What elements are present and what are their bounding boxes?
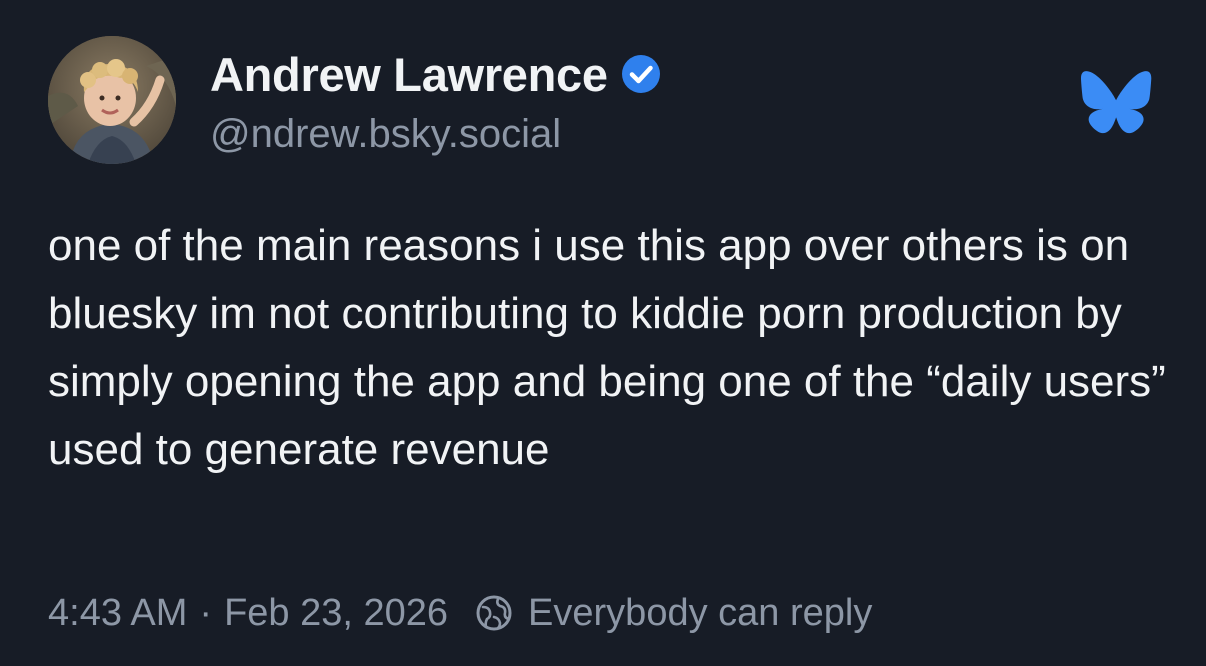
name-row: Andrew Lawrence bbox=[210, 46, 662, 102]
verified-checkmark-icon bbox=[620, 53, 662, 95]
globe-reply-icon bbox=[474, 593, 514, 633]
meta-separator: · bbox=[199, 591, 213, 634]
post-time: 4:43 AM bbox=[48, 591, 188, 634]
post-meta: 4:43 AM · Feb 23, 2026 Everybody can rep… bbox=[48, 585, 872, 641]
reply-setting[interactable]: Everybody can reply bbox=[528, 592, 872, 635]
post-date: Feb 23, 2026 bbox=[224, 591, 449, 634]
post-card: Andrew Lawrence @ndrew.bsky.social one o… bbox=[0, 0, 1206, 666]
post-text: one of the main reasons i use this app o… bbox=[48, 221, 1179, 474]
author-handle[interactable]: @ndrew.bsky.social bbox=[210, 112, 561, 157]
avatar[interactable] bbox=[48, 36, 176, 164]
bluesky-butterfly-icon bbox=[1078, 70, 1154, 134]
display-name[interactable]: Andrew Lawrence bbox=[210, 47, 608, 102]
